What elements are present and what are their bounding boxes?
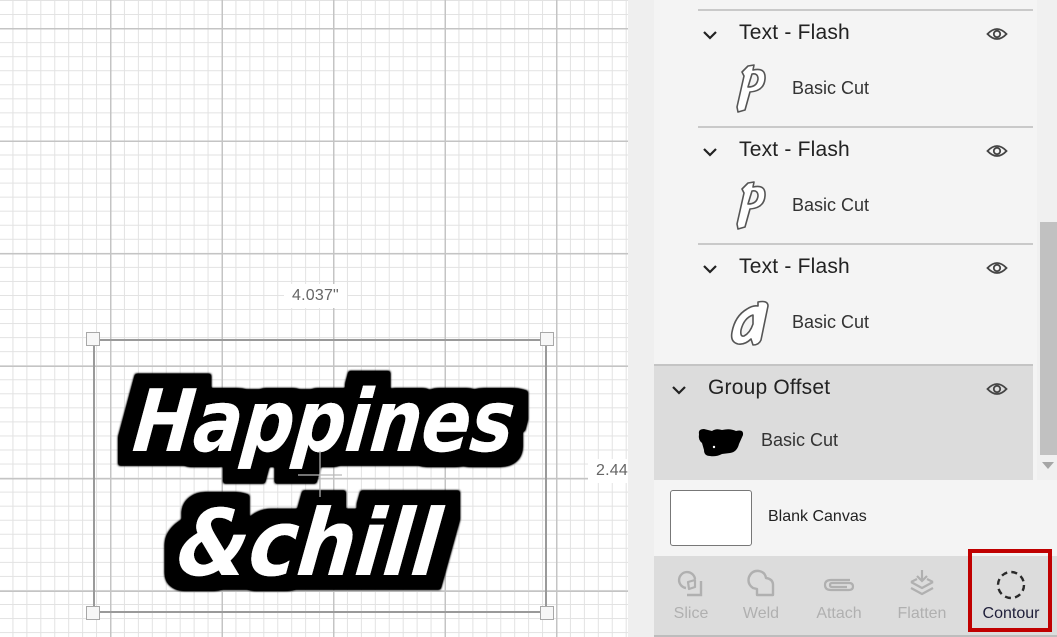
layer-item[interactable]: Basic Cut [654, 60, 1033, 116]
blank-canvas-label: Blank Canvas [768, 508, 867, 525]
eye-visibility-icon[interactable] [986, 143, 1008, 159]
scrollbar-thumb[interactable] [1040, 222, 1057, 455]
layer-item[interactable]: Basic Cut [654, 416, 1033, 466]
letter-p-outline-icon [736, 64, 766, 113]
design-canvas[interactable]: 4.037" 2.44 Happines &chill [0, 0, 628, 637]
layer-group-header[interactable]: Text - Flash [654, 129, 1033, 173]
resize-handle-bottom-left[interactable] [86, 606, 100, 620]
attach-button[interactable]: Attach [802, 556, 876, 635]
layer-title: Text - Flash [739, 138, 850, 161]
blank-canvas-swatch[interactable] [670, 490, 752, 546]
chevron-down-icon[interactable] [700, 259, 720, 279]
resize-handle-bottom-right[interactable] [540, 606, 554, 620]
layers-scrollbar[interactable] [1037, 0, 1057, 480]
contour-highlight-box [968, 549, 1052, 632]
layer-actions-toolbar: Slice Weld Attach Flatten Contour [654, 549, 1057, 637]
height-dimension-label: 2.44 [588, 459, 628, 483]
flatten-label: Flatten [897, 605, 947, 622]
layer-divider [698, 9, 1033, 11]
layers-panel: Text - Flash Basic Cut Text - Flash Basi… [654, 0, 1057, 637]
layer-divider [698, 126, 1033, 128]
slice-icon [677, 570, 703, 597]
letter-p-outline-icon [736, 181, 766, 230]
layer-item-label: Basic Cut [792, 78, 870, 98]
layer-title: Text - Flash [739, 21, 850, 44]
blank-canvas-layer[interactable]: Blank Canvas [654, 480, 1057, 556]
flatten-button[interactable]: Flatten [885, 556, 959, 635]
panel-gutter [628, 0, 654, 637]
eye-visibility-icon[interactable] [986, 260, 1008, 276]
scroll-down-arrow-icon[interactable] [1042, 462, 1054, 469]
layer-divider [654, 364, 1033, 366]
layer-title: Group Offset [708, 376, 831, 399]
chevron-down-icon[interactable] [700, 142, 720, 162]
layer-item[interactable]: Basic Cut [654, 177, 1033, 233]
layer-item[interactable]: Basic Cut [654, 294, 1033, 350]
width-dimension-label: 4.037" [284, 284, 347, 308]
chevron-down-icon[interactable] [669, 380, 689, 400]
letter-a-outline-icon [730, 300, 769, 346]
layer-item-label: Basic Cut [792, 195, 870, 215]
flatten-icon [910, 570, 934, 596]
layer-divider [698, 243, 1033, 245]
attach-icon [823, 578, 855, 592]
selection-bounding-box [93, 339, 547, 613]
resize-handle-top-left[interactable] [86, 332, 100, 346]
offset-silhouette-icon [698, 429, 744, 457]
resize-handle-top-right[interactable] [540, 332, 554, 346]
layer-title: Text - Flash [739, 255, 850, 278]
slice-label: Slice [673, 605, 709, 622]
eye-visibility-icon[interactable] [986, 26, 1008, 42]
group-offset-layer[interactable]: Group Offset Basic Cut [654, 364, 1033, 480]
weld-label: Weld [742, 605, 780, 622]
eye-visibility-icon[interactable] [986, 381, 1008, 397]
weld-icon [747, 569, 775, 597]
layer-group-header[interactable]: Text - Flash [654, 12, 1033, 56]
layer-item-label: Basic Cut [761, 430, 839, 450]
layer-item-label: Basic Cut [792, 312, 870, 332]
chevron-down-icon[interactable] [700, 25, 720, 45]
layer-group-header[interactable]: Text - Flash [654, 246, 1033, 290]
weld-button[interactable]: Weld [724, 556, 798, 635]
slice-button[interactable]: Slice [654, 556, 728, 635]
attach-label: Attach [816, 605, 862, 622]
layers-list: Text - Flash Basic Cut Text - Flash Basi… [654, 0, 1033, 480]
